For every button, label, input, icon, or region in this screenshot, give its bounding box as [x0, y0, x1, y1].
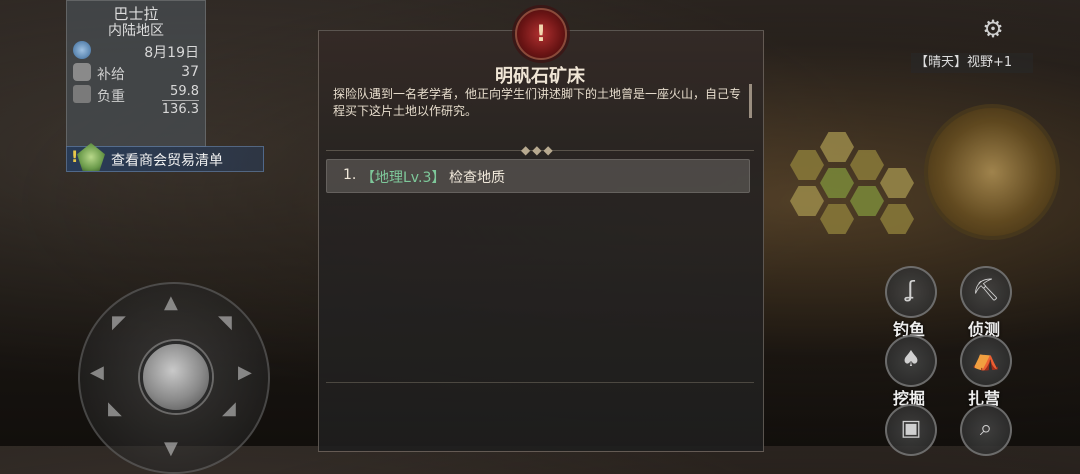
arrow-up-right-icon: ◥ [218, 312, 232, 333]
trade-list-button[interactable]: ! 查看商会贸易清单 [66, 143, 264, 172]
arrow-up-icon: ▲ [164, 292, 178, 313]
inventory-button[interactable]: ▣ [885, 404, 937, 456]
date-value: 8月19日 [144, 45, 199, 61]
arrow-up-left-icon: ◤ [112, 312, 126, 333]
supply-value: 37 [181, 64, 199, 80]
location-name: 巴士拉 [113, 5, 159, 23]
option-action: 检查地质 [449, 170, 505, 186]
alert-icon: ! [71, 147, 79, 166]
backpack-icon: ▣ [900, 416, 922, 441]
shovel-icon: ♠ [901, 347, 921, 372]
search-button[interactable]: ⌕ [960, 404, 1012, 456]
globe-icon [73, 41, 91, 59]
arrow-down-right-icon: ◢ [222, 398, 236, 419]
weight-icon [73, 85, 91, 103]
dialog-bottom-divider [326, 382, 754, 383]
divider-ornament: ◆◆◆ [521, 143, 555, 157]
event-title: 明矾石矿床 [495, 66, 585, 87]
trade-emblem-icon [77, 143, 105, 171]
compass-decoration [924, 104, 1060, 240]
description-scrollbar[interactable] [749, 84, 752, 118]
fishing-hook-icon: ʆ [907, 278, 915, 303]
pickaxe-icon: ⛏ [972, 278, 1000, 303]
tent-icon: ⛺ [972, 347, 1000, 372]
load-row: 负重 59.8 136.3 [67, 83, 205, 123]
load-values: 59.8 136.3 [161, 83, 199, 118]
magnifier-icon: ⌕ [979, 416, 993, 441]
option-number: 1. [343, 167, 357, 183]
supply-icon [73, 63, 91, 81]
arrow-down-left-icon: ◣ [108, 398, 122, 419]
event-description: 探险队遇到一名老学者，他正向学生们讲述脚下的土地曾是一座火山，自己专程买下这片土… [333, 87, 742, 118]
gear-icon[interactable]: ⚙ [980, 16, 1006, 42]
option-skill-tag: 【地理Lv.3】 [361, 170, 446, 186]
supply-label: 补给 [97, 67, 125, 83]
arrow-right-icon: ▶ [238, 362, 252, 383]
dig-button[interactable]: ♠ [885, 335, 937, 387]
load-max: 136.3 [161, 102, 199, 117]
supply-row: 补给 37 [67, 61, 205, 83]
joystick-knob[interactable] [140, 341, 212, 413]
date-row: 8月19日 [67, 39, 205, 61]
event-alert-badge: ! [515, 8, 567, 60]
fishing-button[interactable]: ʆ [885, 266, 937, 318]
load-label: 负重 [97, 89, 125, 105]
camp-button[interactable]: ⛺ [960, 335, 1012, 387]
location-region: 内陆地区 [108, 23, 164, 39]
location-status-panel: 巴士拉 内陆地区 8月19日 补给 37 负重 59.8 136.3 [66, 0, 206, 147]
load-current: 59.8 [161, 83, 199, 101]
scout-button[interactable]: ⛏ [960, 266, 1012, 318]
event-option-1[interactable]: 1. 【地理Lv.3】 检查地质 [326, 159, 750, 193]
arrow-down-icon: ▼ [164, 438, 178, 459]
arrow-left-icon: ◀ [90, 362, 104, 383]
trade-list-label: 查看商会贸易清单 [111, 153, 223, 169]
weather-status: 【晴天】视野+1 [911, 53, 1033, 73]
